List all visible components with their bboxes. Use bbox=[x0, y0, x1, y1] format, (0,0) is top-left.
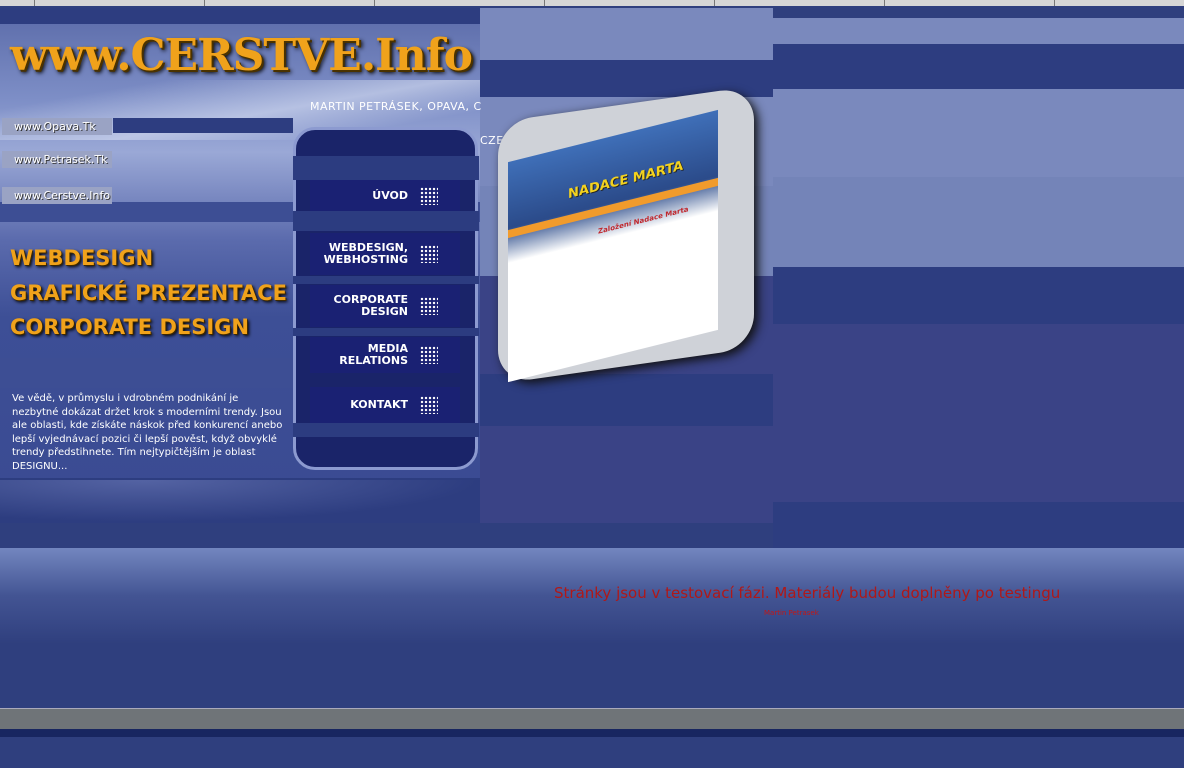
frame-divider bbox=[374, 0, 375, 6]
band bbox=[293, 328, 479, 336]
dots-icon bbox=[420, 245, 438, 263]
frame-divider bbox=[34, 0, 35, 6]
band bbox=[773, 267, 1184, 324]
heading-corporate: CORPORATE DESIGN bbox=[10, 315, 249, 339]
band bbox=[773, 18, 1184, 44]
menu-label-line2: DESIGN bbox=[361, 305, 408, 318]
frame-divider bbox=[204, 0, 205, 6]
menu-webdesign[interactable]: WEBDESIGN, WEBHOSTING bbox=[310, 233, 460, 275]
band bbox=[773, 502, 1184, 548]
content-area bbox=[0, 548, 1184, 708]
intro-text: Ve vědě, v průmyslu i vdrobném podnikání… bbox=[12, 393, 283, 472]
heading-graphic: GRAFICKÉ PREZENTACE bbox=[10, 281, 287, 305]
menu-kontakt[interactable]: KONTAKT bbox=[310, 387, 460, 423]
menu-label-line1: KONTAKT bbox=[350, 398, 408, 411]
footer-strip bbox=[0, 729, 1184, 737]
tagline: MARTIN PETRÁSEK, OPAVA, C bbox=[310, 100, 482, 113]
link-opava[interactable]: www.Opava.Tk bbox=[2, 118, 112, 135]
frame-divider bbox=[714, 0, 715, 6]
footer-bar bbox=[0, 708, 1184, 729]
menu-label: KONTAKT bbox=[350, 399, 408, 411]
band bbox=[773, 324, 1184, 502]
band bbox=[479, 374, 773, 426]
frame-divider bbox=[1054, 0, 1055, 6]
dots-icon bbox=[420, 346, 438, 364]
link-petrasek[interactable]: www.Petrasek.Tk bbox=[2, 151, 112, 168]
author-link[interactable]: Martin Petrasek bbox=[764, 609, 819, 617]
band bbox=[293, 276, 479, 284]
frame-divider bbox=[884, 0, 885, 6]
menu-label-line2: RELATIONS bbox=[339, 354, 408, 367]
top-frame-bar bbox=[0, 0, 1184, 6]
dots-icon bbox=[420, 186, 438, 205]
dots-icon bbox=[420, 396, 438, 414]
menu-uvod[interactable]: ÚVOD bbox=[310, 180, 460, 211]
status-message: Stránky jsou v testovací fázi. Materiály… bbox=[554, 584, 1061, 602]
band bbox=[293, 211, 479, 231]
band bbox=[773, 44, 1184, 89]
menu-label-line1: ÚVOD bbox=[372, 188, 408, 202]
band bbox=[0, 358, 295, 388]
band bbox=[113, 118, 293, 133]
menu-label: WEBDESIGN, WEBHOSTING bbox=[324, 242, 408, 266]
dots-icon bbox=[420, 297, 438, 315]
heading-webdesign: WEBDESIGN bbox=[10, 246, 154, 270]
menu-label: MEDIA RELATIONS bbox=[339, 343, 408, 367]
band bbox=[479, 8, 773, 60]
band bbox=[773, 177, 1184, 267]
menu-media[interactable]: MEDIA RELATIONS bbox=[310, 337, 460, 373]
site-logo[interactable]: www.CERSTVE.Info bbox=[10, 30, 473, 81]
menu-corporate[interactable]: CORPORATE DESIGN bbox=[310, 285, 460, 327]
menu-label: ÚVOD bbox=[372, 188, 408, 202]
band bbox=[773, 8, 1184, 18]
frame-divider bbox=[544, 0, 545, 6]
band bbox=[293, 423, 479, 437]
band bbox=[293, 156, 479, 180]
band bbox=[773, 89, 1184, 177]
menu-label-line2: WEBHOSTING bbox=[323, 253, 408, 266]
wave-decoration bbox=[0, 480, 480, 522]
link-cerstve[interactable]: www.Cerstve.Info bbox=[2, 187, 112, 204]
menu-label: CORPORATE DESIGN bbox=[334, 294, 408, 318]
band bbox=[0, 8, 480, 24]
